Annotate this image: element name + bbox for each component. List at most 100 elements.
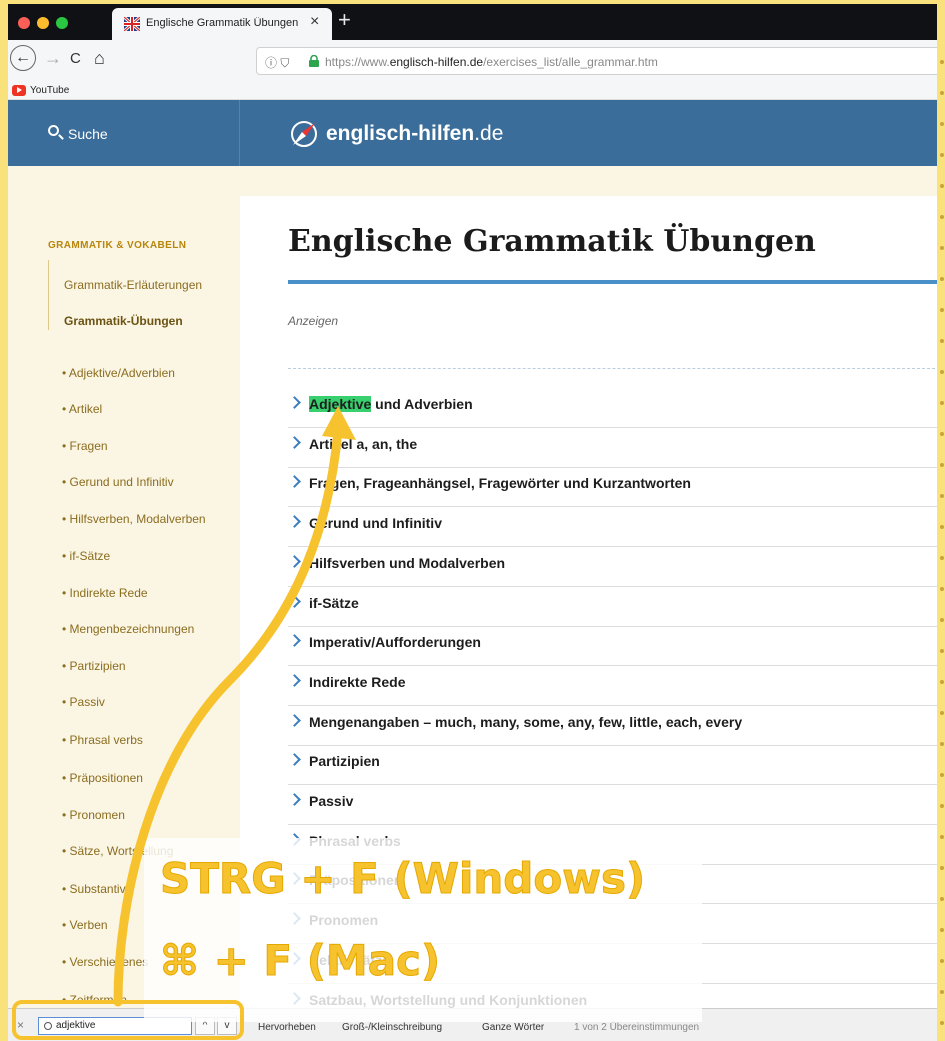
chevron-right-icon bbox=[288, 713, 301, 727]
sidebar-subitem[interactable]: • Artikel bbox=[62, 402, 102, 416]
chevron-right-icon bbox=[288, 435, 301, 449]
sidebar-item-uebungen[interactable]: Grammatik-Übungen bbox=[64, 314, 183, 328]
youtube-icon bbox=[12, 85, 26, 96]
forward-button[interactable]: → bbox=[44, 48, 62, 69]
find-next-button[interactable]: v bbox=[217, 1017, 237, 1035]
title-underline bbox=[288, 280, 945, 284]
chevron-right-icon bbox=[288, 554, 301, 568]
navigation-bar: ← → C ⌂ ⓘ ⛉ https://www.englisch-hilfen.… bbox=[8, 40, 945, 82]
sidebar-subitem[interactable]: • Präpositionen bbox=[62, 771, 143, 785]
topic-row[interactable]: Hilfsverben und Modalverben bbox=[288, 547, 945, 587]
sidebar-subitem[interactable]: • if-Sätze bbox=[62, 549, 110, 563]
find-option-highlight[interactable]: Hervorheben bbox=[258, 1022, 316, 1033]
site-logo[interactable]: englisch-hilfen.de bbox=[288, 118, 503, 155]
browser-window: Englische Grammatik Übungen × + ← → C ⌂ … bbox=[8, 4, 945, 1041]
sidebar: GRAMMATIK & VOKABELN Grammatik-Erläuteru… bbox=[8, 166, 240, 1008]
sidebar-subitem[interactable]: • Fragen bbox=[62, 439, 108, 453]
chevron-right-icon bbox=[288, 912, 301, 925]
find-previous-button[interactable]: ^ bbox=[195, 1017, 215, 1035]
chevron-right-icon bbox=[288, 515, 301, 528]
chevron-right-icon bbox=[288, 832, 301, 846]
sidebar-subitem[interactable]: • Partizipien bbox=[62, 659, 126, 673]
topic-label: Pronomen bbox=[309, 912, 379, 929]
topic-label: Indirekte Rede bbox=[309, 673, 406, 690]
topic-row[interactable]: Artikel a, an, the bbox=[288, 428, 945, 468]
new-tab-button[interactable]: + bbox=[338, 7, 351, 33]
topic-label: Gerund und Infinitiv bbox=[309, 515, 442, 532]
url-text: https://www.englisch-hilfen.de/exercises… bbox=[325, 55, 658, 69]
tab-bar: Englische Grammatik Übungen × + bbox=[8, 4, 945, 40]
sidebar-subitem[interactable]: • Hilfsverben, Modalverben bbox=[62, 512, 206, 526]
site-search-button[interactable]: Suche bbox=[8, 100, 240, 166]
sidebar-subitem[interactable]: • Adjektive/Adverbien bbox=[62, 366, 175, 380]
topic-label: Fragen, Frageanhängsel, Fragewörter und … bbox=[309, 475, 691, 492]
topic-row[interactable]: Indirekte Rede bbox=[288, 666, 945, 706]
main-content: Englische Grammatik Übungen Anzeigen Adj… bbox=[240, 166, 945, 1024]
union-jack-flag-icon bbox=[124, 17, 140, 31]
search-highlight: Adjektive bbox=[309, 396, 372, 412]
topic-label: Passiv bbox=[309, 793, 354, 809]
url-bar[interactable]: ⓘ ⛉ https://www.englisch-hilfen.de/exerc… bbox=[256, 47, 945, 75]
search-icon bbox=[48, 125, 59, 136]
bookmarks-bar: YouTube bbox=[8, 82, 945, 100]
topic-row[interactable]: Relativsätze bbox=[288, 944, 945, 984]
sidebar-item-erlaeuterungen[interactable]: Grammatik-Erläuterungen bbox=[64, 278, 202, 292]
topic-row[interactable]: Adjektive und Adverbien bbox=[288, 388, 945, 428]
topic-row[interactable]: Gerund und Infinitiv bbox=[288, 507, 945, 548]
reload-button[interactable]: C bbox=[70, 50, 81, 67]
sidebar-subitem[interactable]: • Passiv bbox=[62, 695, 105, 709]
close-window-icon[interactable] bbox=[18, 17, 30, 29]
tab-close-icon[interactable]: × bbox=[310, 13, 319, 31]
bookmark-youtube[interactable]: YouTube bbox=[30, 85, 69, 96]
sidebar-subitem[interactable]: • Indirekte Rede bbox=[62, 586, 148, 600]
topic-row[interactable]: Phrasal verbs bbox=[288, 825, 945, 865]
chevron-right-icon bbox=[288, 396, 301, 409]
topic-label: Mengenangaben – much, many, some, any, f… bbox=[309, 713, 743, 730]
topic-row[interactable]: Pronomen bbox=[288, 904, 945, 945]
sidebar-subitem[interactable]: • Zeitformen bbox=[62, 993, 127, 1007]
topic-label: if-Sätze bbox=[309, 594, 359, 611]
find-search-icon bbox=[44, 1022, 52, 1030]
chevron-right-icon bbox=[288, 991, 301, 1005]
sidebar-subitem[interactable]: • Verben bbox=[62, 918, 108, 932]
back-button[interactable]: ← bbox=[10, 45, 36, 71]
logo-text: englisch-hilfen.de bbox=[326, 122, 504, 145]
topic-row[interactable]: Fragen, Frageanhängsel, Fragewörter und … bbox=[288, 467, 945, 508]
sidebar-subitem[interactable]: • Mengenbezeichnungen bbox=[62, 622, 194, 636]
find-option-match-case[interactable]: Groß-/Kleinschreibung bbox=[342, 1022, 442, 1033]
content-card: Englische Grammatik Übungen Anzeigen Adj… bbox=[240, 196, 945, 1024]
sidebar-subitem[interactable]: • Pronomen bbox=[62, 808, 125, 822]
chevron-right-icon bbox=[288, 951, 301, 965]
topic-row[interactable]: Mengenangaben – much, many, some, any, f… bbox=[288, 706, 945, 746]
tab-englische-grammatik[interactable]: Englische Grammatik Übungen × bbox=[112, 8, 332, 40]
chevron-right-icon bbox=[288, 594, 301, 608]
sidebar-heading: GRAMMATIK & VOKABELN bbox=[48, 240, 187, 251]
tab-title: Englische Grammatik Übungen bbox=[146, 17, 299, 29]
topic-row[interactable]: if-Sätze bbox=[288, 587, 945, 627]
topic-label: Präpositionen bbox=[309, 872, 403, 889]
topic-label: Imperativ/Aufforderungen bbox=[309, 634, 481, 651]
topic-label-rest: und Adverbien bbox=[371, 396, 473, 412]
topic-row[interactable]: Partizipien bbox=[288, 745, 945, 786]
topic-label: Partizipien bbox=[309, 753, 380, 770]
maximize-window-icon[interactable] bbox=[56, 17, 68, 29]
right-edge-strip bbox=[937, 0, 945, 1041]
sidebar-subitem[interactable]: • Gerund und Infinitiv bbox=[62, 475, 174, 489]
site-info-icon[interactable]: ⓘ ⛉ bbox=[265, 54, 289, 71]
find-status: 1 von 2 Übereinstimmungen bbox=[574, 1022, 700, 1033]
home-button[interactable]: ⌂ bbox=[94, 48, 105, 69]
topic-row[interactable]: Präpositionen bbox=[288, 864, 945, 905]
find-query: adjektive bbox=[56, 1020, 96, 1031]
topic-row[interactable]: Imperativ/Aufforderungen bbox=[288, 626, 945, 667]
topic-row[interactable]: Passiv bbox=[288, 785, 945, 825]
find-option-whole-words[interactable]: Ganze Wörter bbox=[482, 1022, 544, 1033]
sidebar-subitem[interactable]: • Substantive bbox=[62, 882, 132, 896]
sidebar-subitem[interactable]: • Verschiedenes bbox=[62, 955, 148, 969]
minimize-window-icon[interactable] bbox=[37, 17, 49, 29]
sidebar-subitem[interactable]: • Sätze, Wortstellung bbox=[62, 844, 173, 858]
sidebar-subitem[interactable]: • Phrasal verbs bbox=[62, 733, 143, 747]
topic-label: Relativsätze bbox=[309, 951, 390, 968]
topic-label: Adjektive und Adverbien bbox=[309, 396, 473, 412]
find-close-icon[interactable]: × bbox=[17, 1018, 24, 1032]
find-input[interactable]: adjektive bbox=[38, 1017, 192, 1035]
